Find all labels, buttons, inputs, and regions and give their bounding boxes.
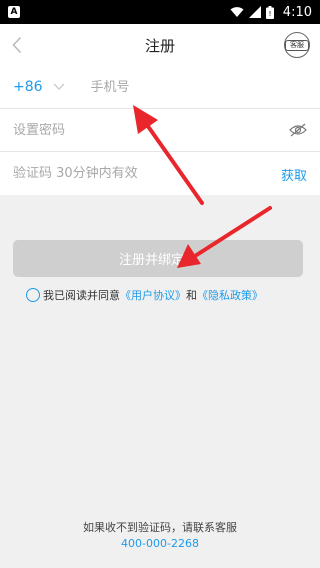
get-code-button[interactable]: 获取 [281,165,307,184]
privacy-policy-link[interactable]: 《隐私政策》 [197,287,263,303]
app-notification-icon: A [8,6,20,18]
help-note: 如果收不到验证码，请联系客服 [83,521,237,534]
status-left: A [8,6,20,18]
agreement-prefix: 我已阅读并同意 [43,289,120,302]
password-input[interactable] [13,122,307,138]
verification-code-input[interactable] [13,166,307,181]
wifi-icon [230,7,244,17]
phone-row: +86 [0,66,320,109]
signal-icon [248,6,261,18]
code-row: 获取 [0,152,320,195]
user-agreement-link[interactable]: 《用户协议》 [120,287,186,303]
agreement-row: 我已阅读并同意 《用户协议》 和 《隐私政策》 [26,287,263,303]
svg-text:!: ! [268,10,271,18]
status-right: ! 4:10 [230,5,312,20]
register-bind-button[interactable]: 注册并绑定微 [13,240,303,277]
back-button[interactable] [8,33,26,57]
chevron-down-icon[interactable] [53,83,65,91]
customer-service-button[interactable]: 客服 [282,30,312,60]
back-chevron-icon [12,36,22,54]
page-title: 注册 [144,36,175,55]
status-time: 4:10 [282,4,312,20]
agreement-checkbox[interactable] [26,288,40,302]
phone-input[interactable] [90,79,307,95]
battery-icon: ! [265,5,274,19]
password-row [0,109,320,152]
header: 注册 客服 [0,24,320,66]
status-bar: A ! 4:10 [0,0,320,24]
service-phone-link[interactable]: 400-000-2268 [0,537,320,550]
register-form: +86 获取 [0,66,320,195]
agreement-and: 和 [186,289,197,302]
service-label: 客服 [285,40,309,51]
country-code-selector[interactable]: +86 [13,79,43,95]
eye-closed-icon[interactable] [289,122,307,141]
